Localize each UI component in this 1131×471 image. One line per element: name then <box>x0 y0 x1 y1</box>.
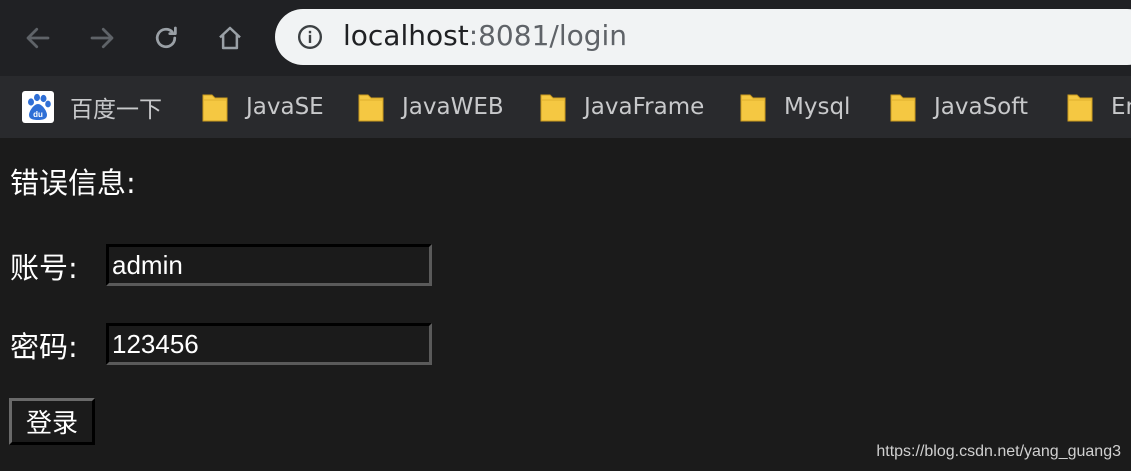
account-input-value: admin <box>112 250 183 280</box>
folder-icon <box>1067 94 1093 122</box>
baidu-paw-icon: du <box>22 91 54 123</box>
watermark: https://blog.csdn.net/yang_guang3 <box>876 443 1121 460</box>
folder-icon <box>358 94 384 122</box>
folder-icon <box>890 94 916 122</box>
bookmark-label: JavaWEB <box>402 94 504 120</box>
bookmarks-bar: du 百度一下 JavaSE JavaWEB JavaFrame Mysql J… <box>0 76 1131 138</box>
bookmark-label: En <box>1111 94 1131 120</box>
address-bar[interactable]: localhost:8081/login <box>275 9 1131 65</box>
page-content: 错误信息: 账号: admin 密码: 123456 登录 https://bl… <box>0 138 1131 471</box>
login-button[interactable]: 登录 <box>9 398 95 445</box>
bookmark-folder-en[interactable]: En <box>1066 76 1131 138</box>
bookmark-folder-javaframe[interactable]: JavaFrame <box>539 76 704 138</box>
home-icon <box>219 26 241 50</box>
bookmark-folder-javaweb[interactable]: JavaWEB <box>357 76 504 138</box>
svg-text:du: du <box>33 110 43 119</box>
folder-icon <box>740 94 766 122</box>
password-input-value: 123456 <box>112 329 199 359</box>
bookmark-baidu[interactable]: du 百度一下 <box>22 76 162 138</box>
folder-icon <box>540 94 566 122</box>
bookmark-folder-javasoft[interactable]: JavaSoft <box>889 76 1028 138</box>
url-port-path: :8081/login <box>468 19 628 52</box>
reload-button[interactable] <box>146 18 186 58</box>
account-input[interactable]: admin <box>106 244 432 286</box>
info-icon[interactable] <box>297 24 323 50</box>
folder-icon <box>202 94 228 122</box>
bookmark-folder-mysql[interactable]: Mysql <box>739 76 850 138</box>
bookmark-label: Mysql <box>784 94 851 120</box>
arrow-left-icon <box>26 27 50 49</box>
password-label: 密码: <box>10 330 78 364</box>
bookmark-folder-javase[interactable]: JavaSE <box>201 76 324 138</box>
bookmark-label: 百度一下 <box>70 97 162 123</box>
arrow-right-icon <box>90 27 114 49</box>
error-message-label: 错误信息: <box>10 166 136 200</box>
login-button-label: 登录 <box>25 409 78 439</box>
bookmark-label: JavaSoft <box>934 94 1028 120</box>
forward-button[interactable] <box>82 18 122 58</box>
url-text[interactable]: localhost:8081/login <box>343 20 627 52</box>
account-label: 账号: <box>10 251 78 285</box>
reload-icon <box>155 26 177 49</box>
home-button[interactable] <box>210 18 250 58</box>
url-host: localhost <box>343 19 469 52</box>
bookmark-label: JavaSE <box>246 94 324 120</box>
bookmark-label: JavaFrame <box>584 94 705 120</box>
back-button[interactable] <box>18 18 58 58</box>
password-input[interactable]: 123456 <box>106 323 432 365</box>
browser-toolbar: localhost:8081/login <box>0 0 1131 76</box>
